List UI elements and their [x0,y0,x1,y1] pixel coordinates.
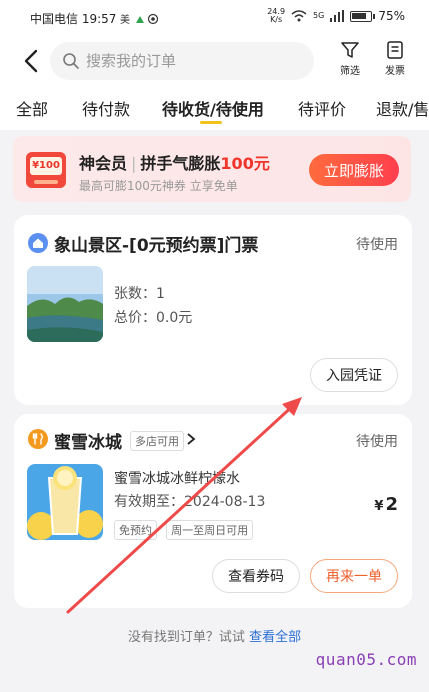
status-right: 24.9 K/s 5G 75% [267,8,405,24]
ticket-quantity: 张数：1 [114,286,165,302]
shop-name[interactable]: 象山景区-[0元预约票]门票 [54,231,258,256]
status-left: 中国电信 19:57 美 [30,10,160,27]
banner-title: 神会员 | 拼手气膨胀100元 [79,154,270,173]
back-arrow-icon[interactable] [20,48,44,74]
coupon-icon: ¥100 [26,150,66,190]
order-tabs: 全部 待付款 待收货/待使用 待评价 退款/售 [0,88,429,128]
restaurant-icon [28,429,48,449]
status-bar: 中国电信 19:57 美 24.9 K/s 5G 75% [0,0,429,34]
tab-pending-review[interactable]: 待评价 [298,96,346,120]
banner-amount: 100元 [220,154,270,173]
order-card[interactable]: 蜜雪冰城 多店可用 待使用 蜜雪冰城冰鲜柠檬水 有效期至：2024-08-13 … [14,414,412,608]
lemonade-thumbnail [27,464,103,540]
order-again-button[interactable]: 再来一单 [310,559,398,593]
search-bar[interactable] [50,42,314,80]
invoice-label: 发票 [385,66,405,77]
order-status: 待使用 [356,434,398,450]
footer-hint: 没有找到订单？试试 查看全部 [0,626,429,645]
product-name: 蜜雪冰城冰鲜柠檬水 [114,471,240,487]
chevron-right-icon[interactable] [186,432,196,446]
coupon-value: ¥100 [32,160,60,171]
tab-pending-payment[interactable]: 待付款 [82,96,130,120]
view-all-link[interactable]: 查看全部 [249,630,301,645]
scenic-thumbnail [27,266,103,342]
tab-all[interactable]: 全部 [16,96,48,120]
tab-refund-aftersale[interactable]: 退款/售 [376,96,429,120]
wifi-icon [291,10,307,22]
order-price: ¥2 [374,494,398,515]
order-status: 待使用 [356,237,398,253]
expand-now-button[interactable]: 立即膨胀 [309,154,399,186]
view-coupon-code-button[interactable]: 查看券码 [212,559,300,593]
order-total: 总价：0.0元 [114,310,193,326]
tab-pending-receipt-use[interactable]: 待收货/待使用 [162,96,264,120]
signal-icon [330,10,345,22]
filter-button[interactable]: 筛选 [330,40,370,84]
notification-icons: 美 [120,13,159,25]
banner-subtitle: 最高可膨100元神券 立享免单 [79,179,238,193]
header: 筛选 发票 [0,38,429,84]
title-divider: | [131,154,137,173]
weekday-tag: 周一至周日可用 [166,520,254,540]
entry-voucher-button[interactable]: 入园凭证 [310,358,398,392]
battery-level: 75% [378,9,405,23]
footer-text: 没有找到订单？试试 [127,630,245,645]
carrier-time: 中国电信 19:57 [30,12,117,26]
watermark: quan05.com [315,650,417,669]
invoice-button[interactable]: 发票 [375,40,415,84]
multi-store-tag: 多店可用 [130,431,184,451]
battery-icon [350,10,376,22]
usage-tags: 免预约 周一至周日可用 [114,519,257,540]
filter-label: 筛选 [340,66,360,77]
validity-date: 有效期至：2024-08-13 [114,494,266,510]
network-type: 5G [313,11,325,20]
active-tab-indicator [200,121,222,124]
no-reservation-tag: 免预约 [114,520,157,540]
svg-text:美: 美 [120,13,130,25]
shop-name[interactable]: 蜜雪冰城 [54,428,122,453]
home-icon [28,233,48,253]
filter-icon [341,42,359,58]
search-icon [63,53,79,69]
search-input[interactable] [86,52,286,70]
net-speed: 24.9 K/s [267,7,286,24]
order-card[interactable]: 象山景区-[0元预约票]门票 待使用 张数：1 总价：0.0元 入园凭证 [14,215,412,405]
invoice-icon [387,41,403,59]
member-promo-banner[interactable]: ¥100 神会员 | 拼手气膨胀100元 最高可膨100元神券 立享免单 立即膨胀 [13,136,411,202]
